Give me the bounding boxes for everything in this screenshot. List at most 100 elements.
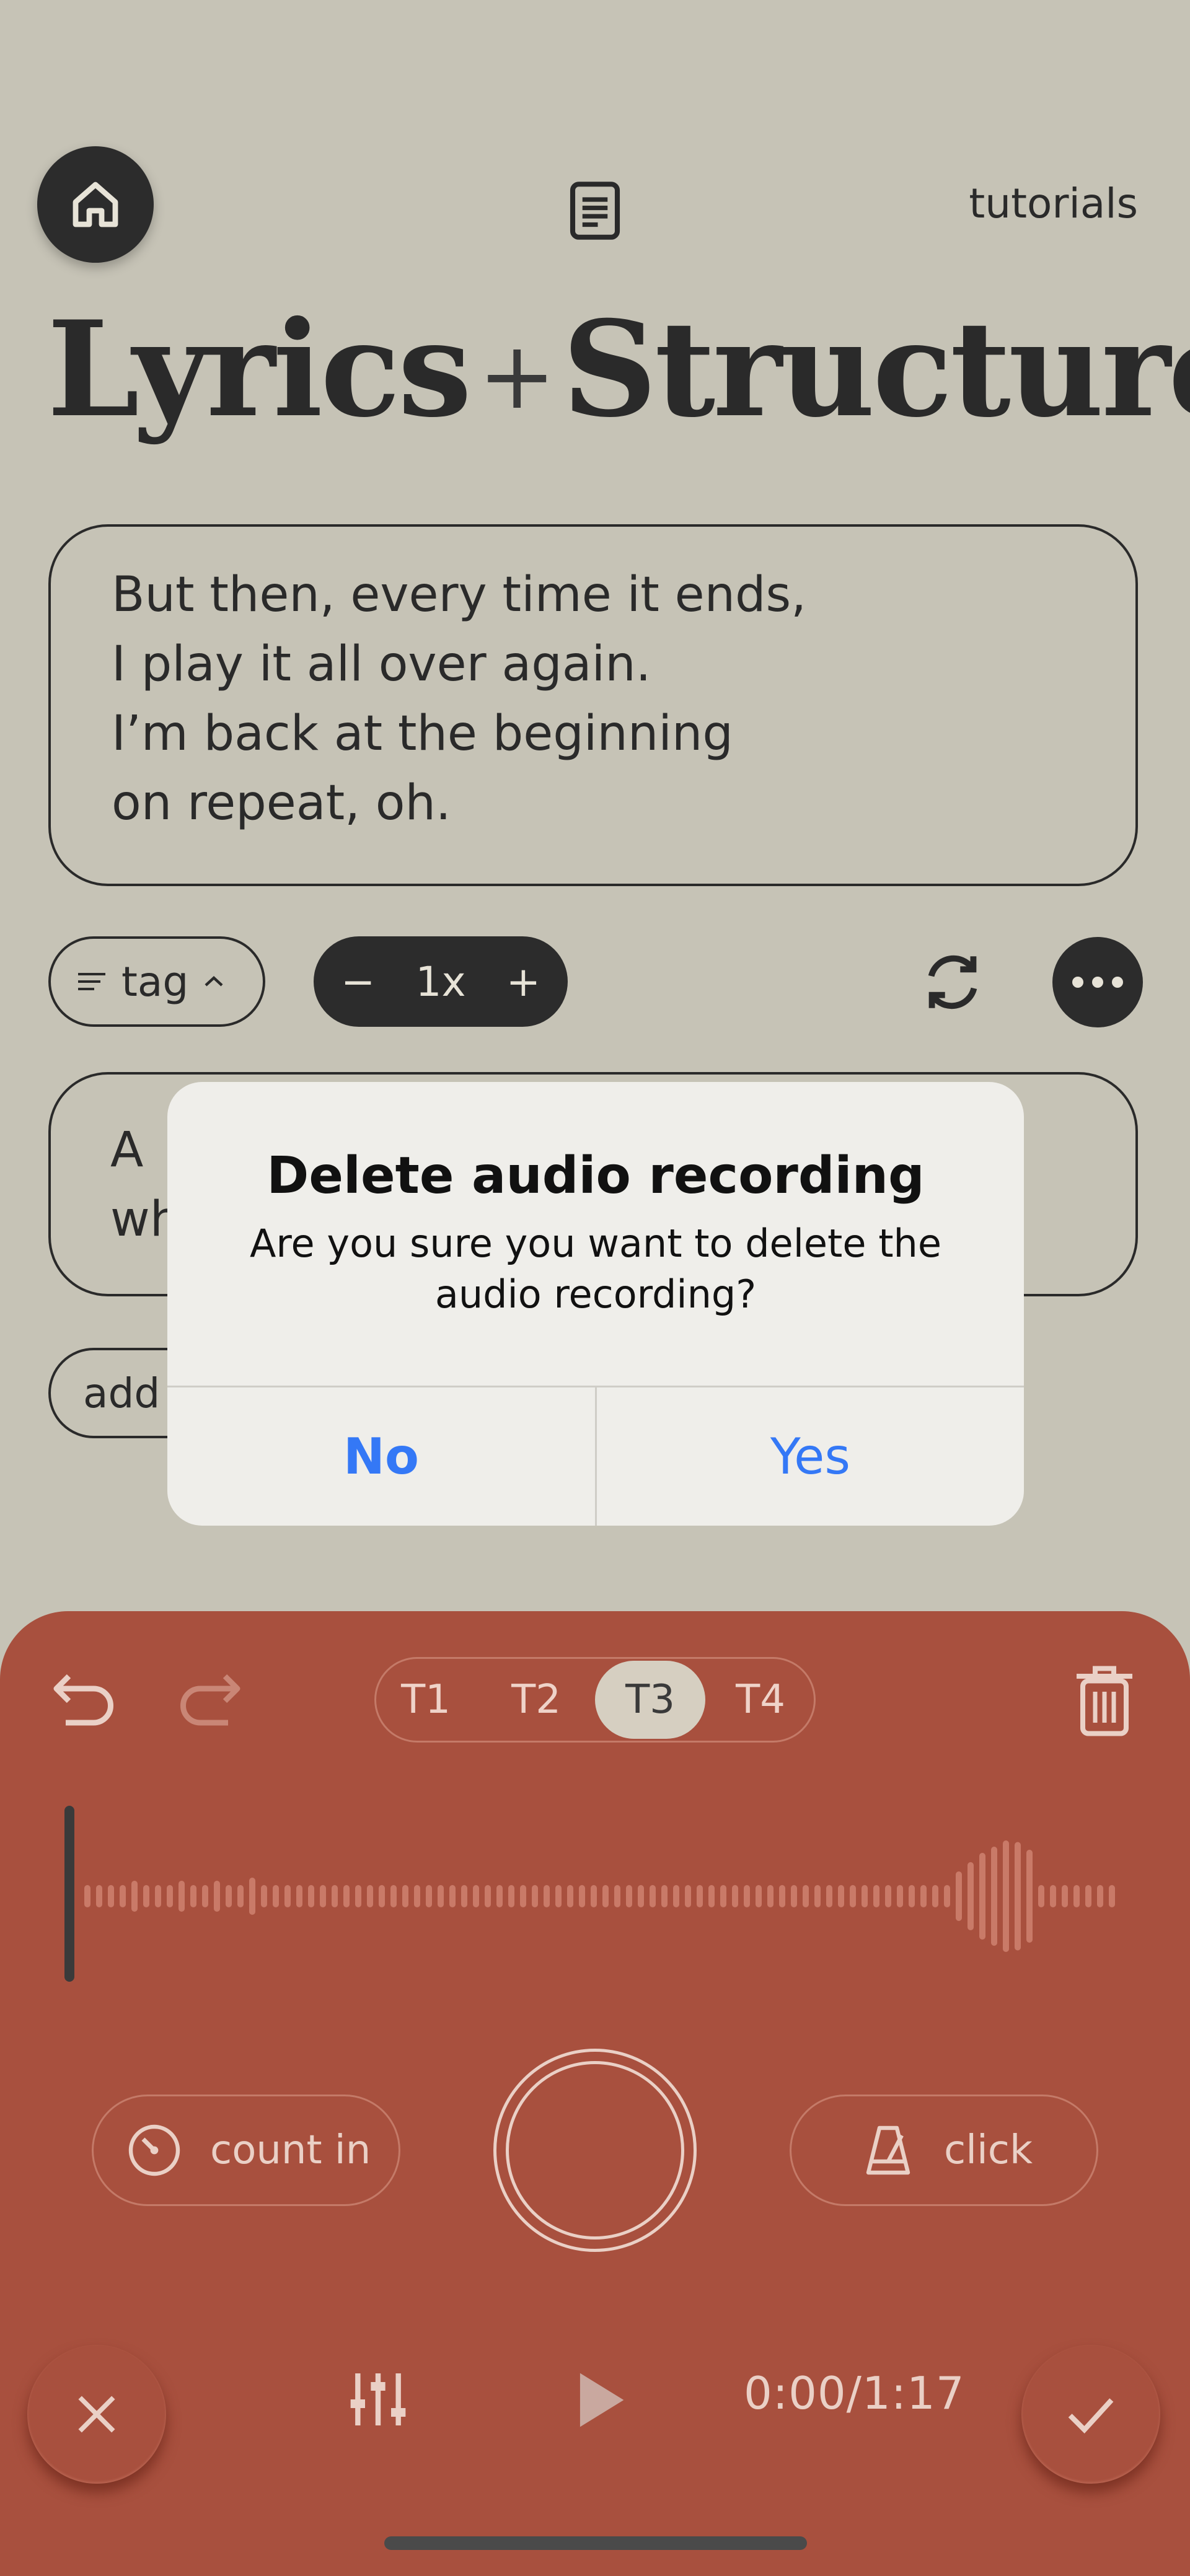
waveform-bar [496, 1885, 503, 1907]
waveform-bar [390, 1885, 397, 1907]
mixer-button[interactable] [343, 2365, 413, 2434]
click-label: click [944, 2127, 1033, 2173]
redo-button[interactable] [172, 1661, 247, 1735]
waveform-bar [178, 1881, 185, 1912]
waveform-bar [167, 1885, 173, 1907]
waveform-bar [1062, 1885, 1068, 1907]
page-title: Lyrics+Structure [47, 304, 1190, 435]
waveform-bar [897, 1885, 903, 1907]
refresh-button[interactable] [912, 942, 993, 1022]
waveform-bar [296, 1885, 302, 1907]
waveform-bar [1097, 1885, 1103, 1907]
waveform-bar [1085, 1885, 1091, 1907]
waveform-bar [979, 1853, 985, 1940]
waveform-bar [508, 1885, 514, 1907]
waveform-bar [532, 1885, 538, 1907]
waveform-bar [850, 1885, 856, 1907]
waveform-bar [626, 1885, 632, 1907]
lyrics-text[interactable]: But then, every time it ends, I play it … [112, 560, 806, 838]
waveform-bar [320, 1885, 326, 1907]
waveform-bar [1038, 1885, 1044, 1907]
delete-recording-button[interactable] [1067, 1661, 1142, 1741]
waveform-bar [744, 1885, 750, 1907]
waveform-bar [567, 1885, 573, 1907]
waveform-bar [967, 1862, 974, 1930]
speed-increase-button[interactable]: + [506, 958, 540, 1006]
waveform-bar [708, 1885, 715, 1907]
track-tab-t1[interactable]: T1 [371, 1661, 481, 1739]
dialog-yes-button[interactable]: Yes [597, 1387, 1024, 1526]
dialog-no-button[interactable]: No [167, 1387, 595, 1526]
waveform-bar [237, 1885, 244, 1907]
chevron-up-icon [205, 976, 223, 987]
waveform-bar [155, 1885, 161, 1907]
waveform-bar [826, 1885, 832, 1907]
waveform-bar [226, 1885, 232, 1907]
speed-decrease-button[interactable]: − [341, 958, 375, 1006]
confirm-button[interactable] [1021, 2345, 1160, 2484]
more-options-button[interactable] [1052, 937, 1143, 1027]
title-structure: Structure [562, 292, 1190, 446]
count-in-label: count in [210, 2127, 371, 2173]
waveform-bar [131, 1881, 138, 1912]
dialog-title: Delete audio recording [267, 1146, 925, 1205]
track-tab-t4[interactable]: T4 [705, 1661, 816, 1739]
undo-icon [53, 1674, 113, 1726]
metronome-icon [866, 2125, 910, 2175]
waveform-bar [661, 1885, 668, 1907]
document-icon [570, 182, 620, 240]
waveform-bar [544, 1885, 550, 1907]
waveform-bar [756, 1885, 762, 1907]
waveform-bar [332, 1885, 338, 1907]
waveform-bar [673, 1885, 679, 1907]
waveform-bar [650, 1885, 656, 1907]
waveform-bar [944, 1885, 950, 1907]
waveform-bar [84, 1885, 90, 1907]
waveform-bar [379, 1885, 385, 1907]
waveform-bar [402, 1885, 408, 1907]
playhead-scrubber[interactable] [64, 1806, 74, 1982]
waveform-bar [249, 1878, 255, 1915]
tag-selector[interactable]: tag [48, 936, 265, 1027]
waveform-bar [814, 1885, 821, 1907]
waveform-bar [108, 1885, 114, 1907]
waveform-bar [732, 1885, 738, 1907]
home-button[interactable] [37, 146, 154, 263]
track-tab-t2[interactable]: T2 [481, 1661, 591, 1739]
waveform-bar [638, 1885, 644, 1907]
waveform-bar [214, 1881, 220, 1912]
dialog-message: Are you sure you want to delete the audi… [250, 1221, 941, 1317]
refresh-icon [928, 955, 977, 1009]
click-toggle[interactable]: click [790, 2095, 1098, 2206]
cancel-button[interactable] [27, 2345, 166, 2484]
waveform-bar [426, 1885, 432, 1907]
tutorials-link[interactable]: tutorials [969, 180, 1138, 227]
waveform-bar [991, 1847, 997, 1946]
waveform-bar [838, 1885, 844, 1907]
waveform-bar [520, 1885, 526, 1907]
play-button[interactable] [557, 2360, 637, 2440]
waveform-bar [438, 1885, 444, 1907]
undo-button[interactable] [47, 1661, 121, 1735]
lyrics-document-button[interactable] [558, 174, 632, 248]
waveform-bar [1026, 1850, 1033, 1943]
count-in-toggle[interactable]: count in [92, 2095, 400, 2206]
waveform-bar [96, 1885, 102, 1907]
delete-recording-dialog: Delete audio recording Are you sure you … [167, 1082, 1024, 1526]
lines-icon [78, 973, 105, 990]
waveform-bar [190, 1885, 196, 1907]
waveform-bar [284, 1885, 291, 1907]
track-tab-t3[interactable]: T3 [595, 1661, 705, 1739]
waveform-bar [120, 1885, 126, 1907]
title-lyrics: Lyrics [47, 292, 472, 446]
waveform-bar [449, 1885, 456, 1907]
waveform[interactable] [74, 1809, 1128, 1983]
speed-control: − 1x + [314, 936, 568, 1027]
waveform-bar [308, 1885, 314, 1907]
waveform-bar [1109, 1885, 1115, 1907]
redo-icon [180, 1674, 240, 1726]
waveform-bar [873, 1885, 879, 1907]
close-icon [78, 2396, 115, 2433]
waveform-bar [414, 1885, 420, 1907]
waveform-bar [909, 1885, 915, 1907]
